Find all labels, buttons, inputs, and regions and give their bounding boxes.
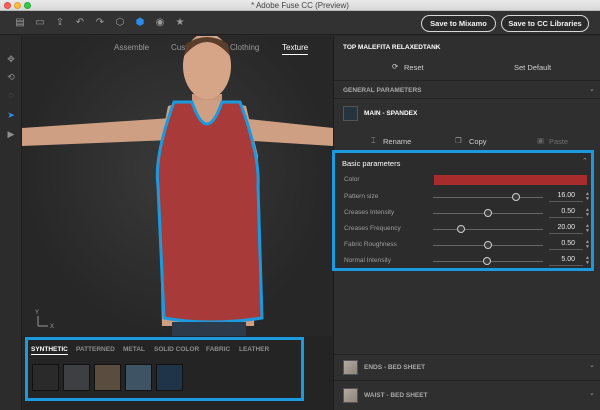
copy-button[interactable]: Copy [469,137,487,146]
tab-leather[interactable]: LEATHER [239,346,269,353]
waist-material-label: WAIST - BED SHEET [364,392,428,399]
tab-metal[interactable]: METAL [123,346,145,353]
main-material-label: MAIN - SPANDEX [364,110,418,117]
slider-knob[interactable] [511,193,520,201]
ends-material-row[interactable]: ENDS - BED SHEET ⌄ [334,354,600,380]
paste-button[interactable]: Paste [549,137,568,146]
param-value-field[interactable]: 20.00 [549,224,583,234]
save-to-mixamo-button[interactable]: Save to Mixamo [421,15,496,32]
general-parameters-header[interactable]: GENERAL PARAMETERS ⌄ [334,80,600,98]
stepper-icon[interactable]: ▲ ▼ [585,240,590,250]
tab-solid-color[interactable]: SOLID COLOR [154,346,199,353]
left-tool-column: ✥ ⟲ ◌ ➤ ▶ [0,36,22,410]
color-swatch-field[interactable] [434,175,587,185]
item-title: TOP MALEFITA RELAXEDTANK [343,44,441,51]
rename-button[interactable]: Rename [383,137,411,146]
slider-knob[interactable] [484,209,492,217]
param-label: Fabric Roughness [344,241,397,248]
param-row-color: Color [344,174,589,186]
set-default-button[interactable]: Set Default [514,63,551,72]
tab-fabric[interactable]: FABRIC [206,346,230,353]
chevron-down-icon: ⌄ [589,362,595,369]
material-thumbnail [343,388,358,403]
param-row: Normal Intensity 5.00 ▲ ▼ [344,255,590,267]
character-model[interactable]: Y X [22,36,333,336]
stepper-icon[interactable]: ▲ ▼ [585,208,590,218]
param-label: Color [344,176,360,183]
chevron-down-icon: ⌄ [589,86,595,93]
param-label: Pattern size [344,193,379,200]
camera-view-icon[interactable]: ▶ [5,128,17,140]
chevron-up-icon[interactable]: ⌃ [582,157,588,165]
param-label: Creases Intensity [344,209,395,216]
param-value-field[interactable]: 5.00 [549,256,583,266]
orbit-icon[interactable]: ⟲ [5,71,17,83]
cube-outline-icon[interactable]: ⬡ [114,17,126,29]
tab-synthetic[interactable]: SYNTHETIC [31,346,68,355]
slider-knob[interactable] [482,257,491,265]
open-folder-icon[interactable]: ▭ [34,17,46,29]
reset-icon[interactable]: ⟳ [392,62,398,71]
main-material-row[interactable]: MAIN - SPANDEX [334,98,600,128]
redo-icon[interactable]: ↷ [94,17,106,29]
param-value-field[interactable]: 0.50 [549,240,583,250]
pants [172,322,246,336]
material-swatch[interactable] [156,364,183,391]
material-library: SYNTHETIC PATTERNED METAL SOLID COLOR FA… [22,336,333,410]
undo-icon[interactable]: ↶ [74,17,86,29]
material-swatch[interactable] [94,364,121,391]
stepper-icon[interactable]: ▲ ▼ [585,256,590,266]
slider-knob[interactable] [484,241,492,249]
material-thumbnail [343,106,358,121]
material-swatch[interactable] [125,364,152,391]
param-row: Creases Intensity 0.50 ▲ ▼ [344,207,590,219]
export-icon[interactable]: ⇪ [54,17,66,29]
param-row: Pattern size 16.00 ▲ ▼ [344,191,590,203]
axis-x-label: X [50,324,54,330]
material-swatch[interactable] [32,364,59,391]
tank-top [155,100,264,324]
slider-knob[interactable] [456,225,465,233]
3d-viewport[interactable]: Assemble Customize Clothing Texture Y X [22,36,333,336]
param-value-field[interactable]: 16.00 [549,192,583,202]
param-value-field[interactable]: 0.50 [549,208,583,218]
material-library-highlight: SYNTHETIC PATTERNED METAL SOLID COLOR FA… [25,337,304,401]
param-label: Creases Frequency [344,225,401,232]
param-row: Creases Frequency 20.00 ▲ ▼ [344,223,590,235]
stepper-icon[interactable]: ▲ ▼ [585,224,590,234]
param-label: Normal Intensity [344,257,391,264]
tab-patterned[interactable]: PATTERNED [76,346,115,353]
slider-track[interactable] [433,229,543,230]
title-bar: * Adobe Fuse CC (Preview) [0,0,600,11]
param-row: Fabric Roughness 0.50 ▲ ▼ [344,239,590,251]
main-toolbar: ▤ ▭ ⇪ ↶ ↷ ⬡ ⬢ ◉ ★ Save to Mixamo Save to… [0,11,600,35]
paste-icon: ▣ [537,136,545,145]
waist-material-row[interactable]: WAIST - BED SHEET ⌄ [334,380,600,410]
reset-button[interactable]: Reset [404,63,424,72]
move-icon[interactable]: ✥ [5,53,17,65]
rename-icon: ⌶ [371,136,376,145]
new-file-icon[interactable]: ▤ [14,17,26,29]
window-title: * Adobe Fuse CC (Preview) [251,1,349,10]
rotate-icon[interactable]: ◌ [5,89,17,101]
camera-icon[interactable]: ◉ [154,17,166,29]
general-parameters-label: GENERAL PARAMETERS [343,87,422,94]
select-cursor-icon[interactable]: ➤ [5,109,17,121]
slider-track[interactable] [433,197,543,198]
save-to-cc-libraries-button[interactable]: Save to CC Libraries [501,15,589,32]
ends-material-label: ENDS - BED SHEET [364,364,426,371]
basic-parameters-section: Basic parameters ⌃ Color Pattern size 16… [332,150,594,271]
stepper-icon[interactable]: ▲ ▼ [585,192,590,202]
basic-parameters-title: Basic parameters [342,159,401,168]
axis-y-label: Y [35,310,39,316]
left-arm [22,118,172,146]
material-thumbnail [343,360,358,375]
copy-icon: ❐ [455,136,462,145]
star-icon[interactable]: ★ [174,17,186,29]
cube-solid-icon[interactable]: ⬢ [134,17,146,29]
material-swatch[interactable] [63,364,90,391]
chevron-down-icon: ⌄ [589,390,595,397]
